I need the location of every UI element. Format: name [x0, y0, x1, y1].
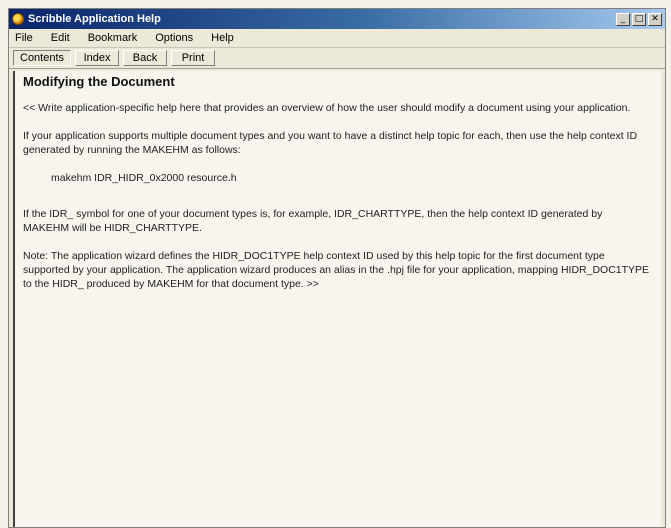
- topic-heading: Modifying the Document: [23, 74, 175, 89]
- topic-paragraph: << Write application-specific help here …: [23, 102, 631, 114]
- contents-button[interactable]: Contents: [13, 50, 72, 66]
- menu-bookmark[interactable]: Bookmark: [86, 32, 140, 44]
- window-controls: _ □ ✕: [616, 12, 662, 26]
- print-button[interactable]: Print: [171, 50, 216, 66]
- maximize-icon[interactable]: □: [632, 12, 646, 26]
- topic-command-line: makehm IDR_HIDR_0x2000 resource.h: [51, 172, 237, 184]
- topic-paragraph: If the IDR_ symbol for one of your docum…: [23, 208, 603, 234]
- title-bar[interactable]: Scribble Application Help _ □ ✕: [9, 9, 665, 29]
- help-toolbar: Contents Index Back Print: [9, 48, 665, 69]
- menu-edit[interactable]: Edit: [49, 32, 72, 44]
- menu-options[interactable]: Options: [153, 32, 195, 44]
- help-window: Scribble Application Help _ □ ✕ File Edi…: [8, 8, 666, 528]
- menu-file[interactable]: File: [13, 32, 35, 44]
- back-button[interactable]: Back: [123, 50, 168, 66]
- topic-paragraph: If your application supports multiple do…: [23, 130, 638, 156]
- topic-paragraph: Note: The application wizard defines the…: [23, 250, 650, 290]
- help-app-icon[interactable]: [12, 13, 24, 25]
- minimize-icon[interactable]: _: [616, 12, 630, 26]
- index-button[interactable]: Index: [75, 50, 120, 66]
- menu-bar: File Edit Bookmark Options Help: [9, 29, 665, 48]
- close-icon[interactable]: ✕: [648, 12, 662, 26]
- help-topic-content[interactable]: Modifying the Document << Write applicat…: [13, 71, 661, 527]
- menu-help[interactable]: Help: [209, 32, 236, 44]
- window-title: Scribble Application Help: [28, 13, 161, 25]
